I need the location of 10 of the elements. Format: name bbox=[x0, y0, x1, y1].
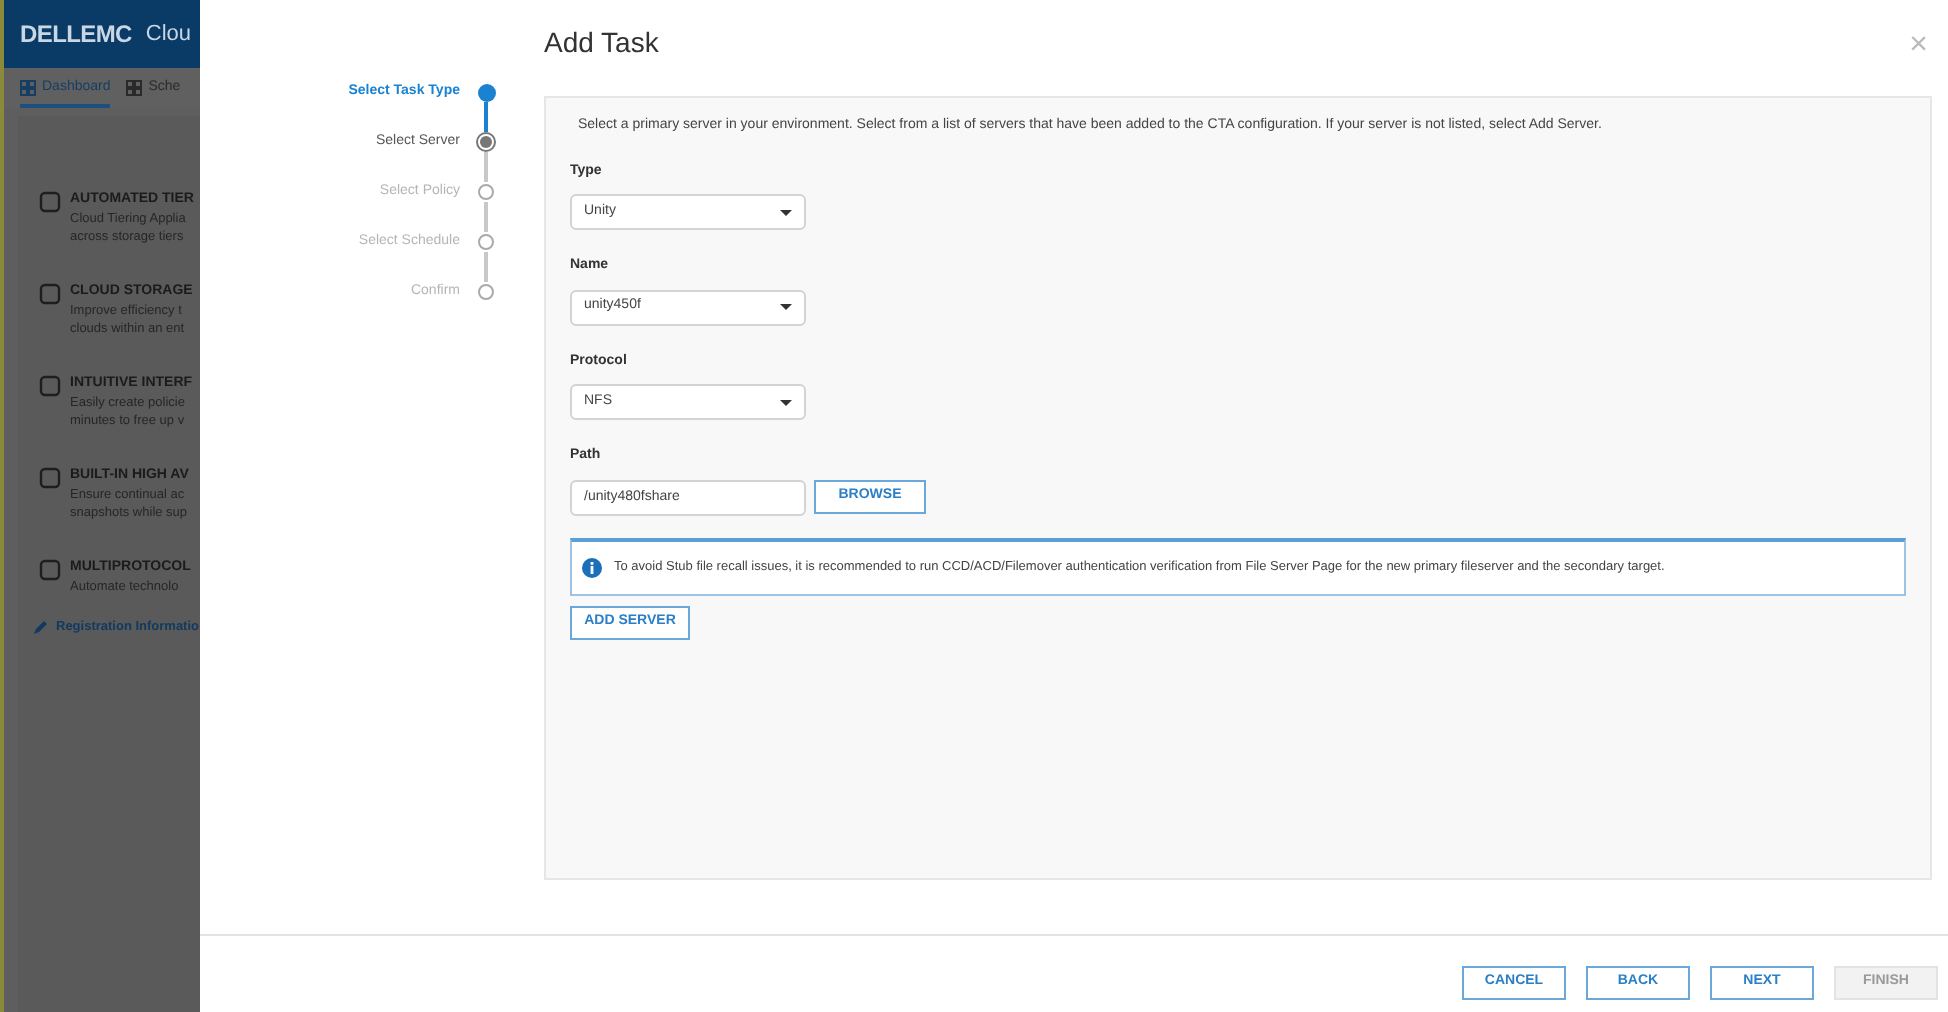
grid-icon bbox=[126, 79, 143, 96]
caret-icon bbox=[780, 209, 792, 215]
pencil-icon bbox=[34, 620, 48, 635]
caret-icon bbox=[780, 399, 792, 405]
info-icon bbox=[582, 557, 602, 577]
dialog-title: Add Task bbox=[544, 24, 659, 62]
caret-icon bbox=[780, 304, 792, 310]
brand-logo: DELLEMC bbox=[20, 18, 132, 52]
grid-icon bbox=[20, 79, 36, 96]
app-title: Clou bbox=[145, 19, 192, 50]
